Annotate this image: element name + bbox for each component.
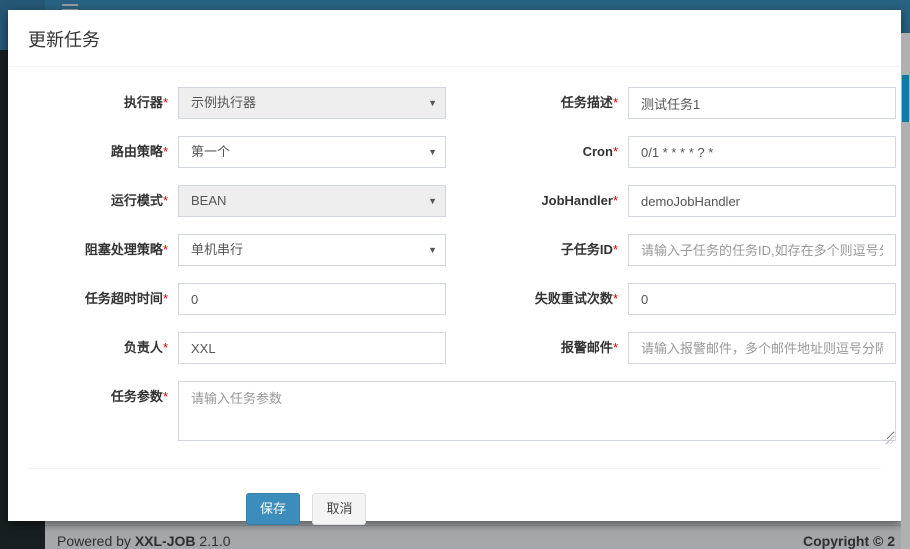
owner-input[interactable] [178, 332, 446, 364]
retry-count-input[interactable] [628, 283, 896, 315]
required-asterisk: * [613, 95, 618, 110]
executor-select[interactable]: 示例执行器 ▼ [178, 87, 446, 119]
cron-input[interactable] [628, 136, 896, 168]
modal-body: 执行器* 示例执行器 ▼ 任务描述* 路由策略* 第一个 ▼ Cron* [8, 67, 901, 446]
job-desc-label: 任务描述* [446, 87, 618, 119]
jobhandler-input[interactable] [628, 185, 896, 217]
required-asterisk: * [613, 242, 618, 257]
executor-label: 执行器* [28, 87, 168, 119]
required-asterisk: * [163, 389, 168, 404]
chevron-down-icon: ▼ [428, 234, 437, 266]
scrollbar-thumb[interactable] [902, 75, 909, 122]
required-asterisk: * [163, 340, 168, 355]
child-jobid-label: 子任务ID* [446, 234, 618, 266]
form-row: 路由策略* 第一个 ▼ Cron* [28, 136, 901, 168]
modal-title: 更新任务 [28, 26, 881, 52]
job-desc-input[interactable] [628, 87, 896, 119]
update-job-modal: 更新任务 执行器* 示例执行器 ▼ 任务描述* 路由策略* 第一个 ▼ [8, 10, 901, 521]
modal-footer: 保存 取消 [8, 469, 901, 525]
block-strategy-select[interactable]: 单机串行 ▼ [178, 234, 446, 266]
retry-count-label: 失败重试次数* [446, 283, 618, 315]
form-row: 任务参数* [28, 381, 901, 446]
required-asterisk: * [613, 144, 618, 159]
form-row: 任务超时时间* 失败重试次数* [28, 283, 901, 315]
required-asterisk: * [163, 242, 168, 257]
glue-type-label: 运行模式* [28, 185, 168, 217]
form-row: 运行模式* BEAN ▼ JobHandler* [28, 185, 901, 217]
route-strategy-select[interactable]: 第一个 ▼ [178, 136, 446, 168]
required-asterisk: * [613, 193, 618, 208]
chevron-down-icon: ▼ [428, 185, 437, 217]
required-asterisk: * [613, 291, 618, 306]
glue-type-select[interactable]: BEAN ▼ [178, 185, 446, 217]
jobhandler-label: JobHandler* [446, 185, 618, 217]
save-button[interactable]: 保存 [246, 493, 300, 525]
vertical-scrollbar[interactable] [901, 33, 910, 549]
form-row: 执行器* 示例执行器 ▼ 任务描述* [28, 87, 901, 119]
required-asterisk: * [163, 291, 168, 306]
chevron-down-icon: ▼ [428, 136, 437, 168]
chevron-down-icon: ▼ [428, 87, 437, 119]
form-row: 阻塞处理策略* 单机串行 ▼ 子任务ID* [28, 234, 901, 266]
job-param-label: 任务参数* [28, 381, 168, 446]
required-asterisk: * [613, 340, 618, 355]
required-asterisk: * [163, 95, 168, 110]
route-strategy-label: 路由策略* [28, 136, 168, 168]
cancel-button[interactable]: 取消 [312, 493, 366, 525]
timeout-input[interactable] [178, 283, 446, 315]
owner-label: 负责人* [28, 332, 168, 364]
timeout-label: 任务超时时间* [28, 283, 168, 315]
cron-label: Cron* [446, 136, 618, 168]
alarm-email-label: 报警邮件* [446, 332, 618, 364]
required-asterisk: * [163, 193, 168, 208]
child-jobid-input[interactable] [628, 234, 896, 266]
required-asterisk: * [163, 144, 168, 159]
form-row: 负责人* 报警邮件* [28, 332, 901, 364]
modal-header: 更新任务 [8, 10, 901, 67]
job-param-textarea[interactable] [178, 381, 896, 441]
block-strategy-label: 阻塞处理策略* [28, 234, 168, 266]
alarm-email-input[interactable] [628, 332, 896, 364]
